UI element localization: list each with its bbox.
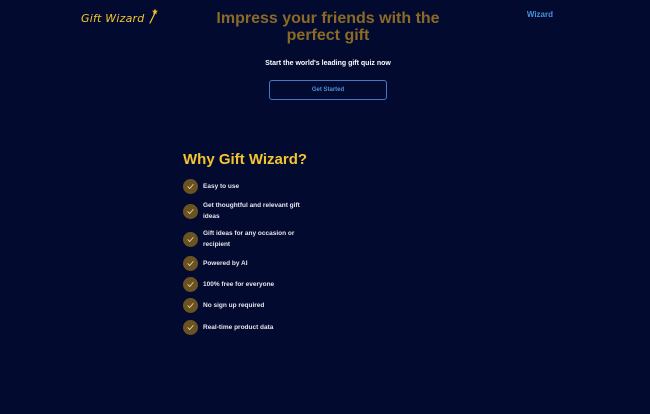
feature-item: Powered by AI — [183, 256, 313, 271]
feature-text: 100% free for everyone — [203, 281, 275, 288]
magic-wand-icon — [149, 8, 159, 24]
feature-text: Gift ideas for any occasion or recipient — [203, 230, 295, 248]
check-icon — [183, 298, 198, 313]
hero-title: Impress your friends with the perfect gi… — [216, 10, 440, 44]
check-icon — [183, 231, 198, 247]
logo-link[interactable]: Gift Wizard — [81, 8, 159, 25]
why-title: Why Gift Wizard? — [183, 151, 308, 168]
page: Gift Wizard Wizard Impress your friends … — [0, 0, 650, 414]
feature-item: No sign up required — [183, 298, 313, 313]
feature-item: Gift ideas for any occasion or recipient — [183, 228, 313, 250]
check-icon — [183, 179, 198, 194]
nav-link-wizard[interactable]: Wizard — [527, 10, 553, 19]
check-icon — [183, 277, 198, 292]
check-icon — [183, 203, 198, 219]
feature-item: Get thoughtful and relevant gift ideas — [183, 200, 313, 222]
check-icon — [183, 256, 198, 271]
check-icon — [183, 320, 198, 335]
feature-item: 100% free for everyone — [183, 277, 313, 292]
feature-text: Easy to use — [203, 183, 240, 190]
feature-text: No sign up required — [203, 302, 265, 309]
logo-text: Gift Wizard — [81, 12, 145, 25]
feature-item: Easy to use — [183, 179, 313, 194]
feature-text: Real-time product data — [203, 324, 274, 331]
feature-item: Real-time product data — [183, 320, 313, 335]
hero-subtitle: Start the world's leading gift quiz now — [265, 60, 391, 67]
get-started-button[interactable]: Get Started — [269, 80, 387, 100]
feature-text: Get thoughtful and relevant gift ideas — [203, 202, 300, 220]
feature-text: Powered by AI — [203, 260, 248, 267]
